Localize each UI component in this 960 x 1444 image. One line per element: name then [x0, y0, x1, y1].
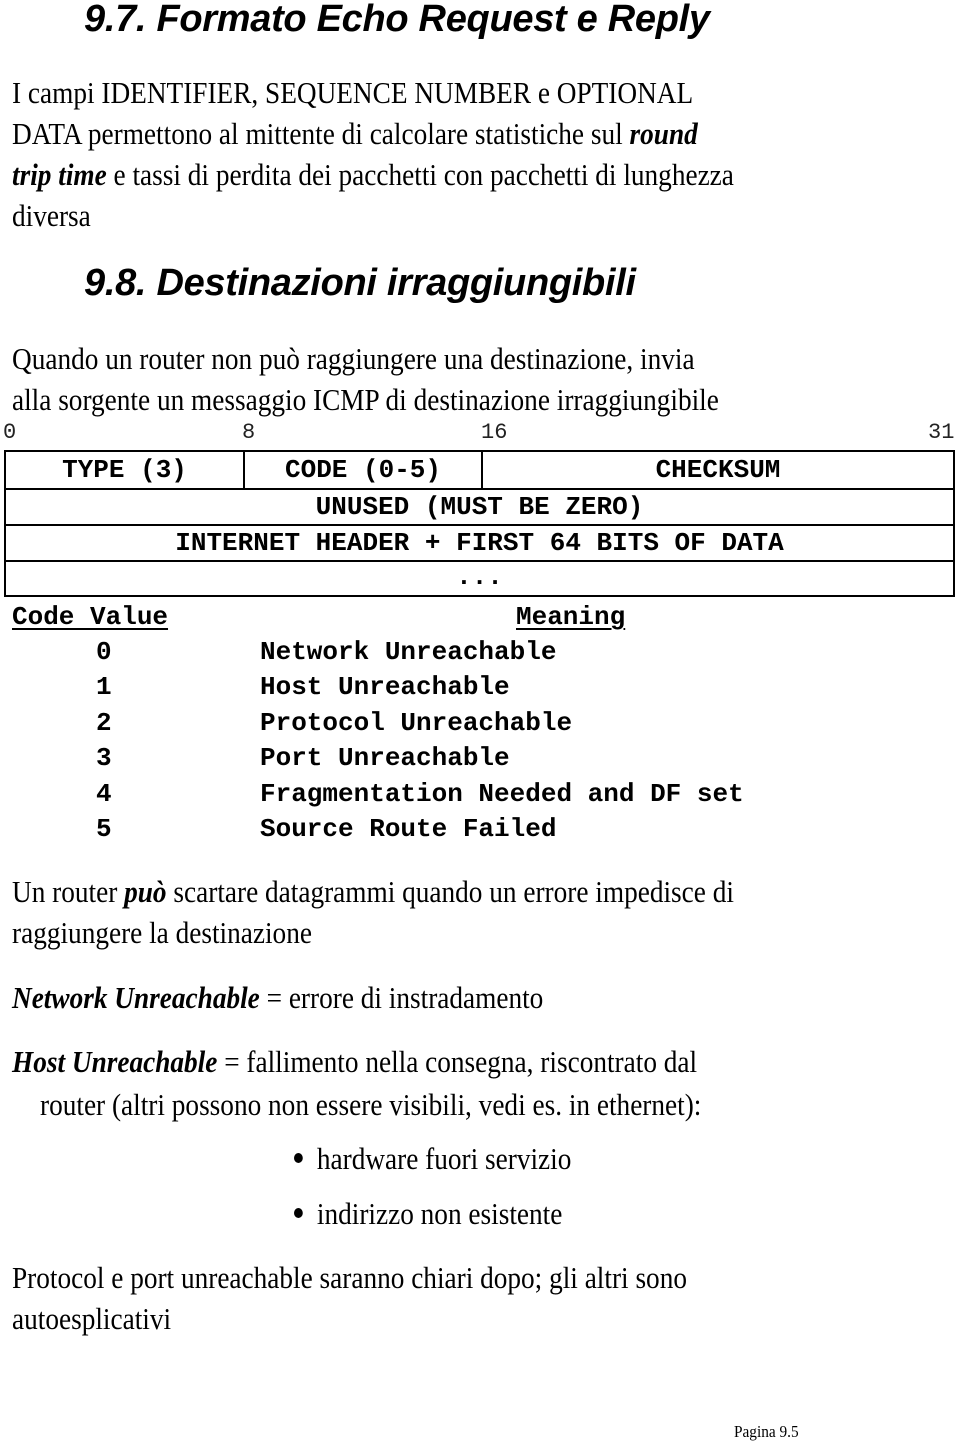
bullet-item: hardware fuori servizio: [294, 1138, 571, 1179]
bullet-text: indirizzo non esistente: [316, 1196, 563, 1231]
field-type: TYPE (3): [62, 455, 187, 485]
text-span: e tassi di perdita dei pacchetti con pac…: [106, 157, 734, 192]
meaning-cell: Fragmentation Needed and DF set: [260, 778, 744, 809]
echo-paragraph-line: I campi IDENTIFIER, SEQUENCE NUMBER e OP…: [12, 75, 694, 110]
definition-text: = errore di instradamento: [259, 980, 544, 1015]
emphasis-trip-time: trip time: [12, 157, 107, 192]
meaning-cell: Host Unreachable: [260, 672, 510, 703]
bullet-icon: [294, 1152, 303, 1163]
packet-row-internet-header: INTERNET HEADER + FIRST 64 BITS OF DATA: [6, 524, 953, 560]
packet-row-unused: UNUSED (MUST BE ZERO): [6, 488, 953, 524]
closing-line: autoesplicativi: [12, 1301, 172, 1336]
field-code: CODE (0-5): [243, 452, 481, 488]
text-span: DATA permettono al mittente di calcolare…: [12, 116, 630, 151]
echo-paragraph-line: trip time e tassi di perdita dei pacchet…: [12, 154, 734, 195]
meaning-cell: Network Unreachable: [260, 637, 557, 667]
code-cell: 4: [96, 778, 112, 809]
bit-label-16: 16: [481, 420, 508, 445]
unreachable-intro: Quando un router non può raggiungere una…: [12, 338, 719, 420]
text-span: Un router: [12, 874, 125, 909]
bullet-icon: [294, 1207, 303, 1218]
discard-paragraph: Un router può scartare datagrammi quando…: [12, 871, 734, 953]
bit-label-8: 8: [242, 420, 256, 445]
field-checksum: CHECKSUM: [481, 452, 953, 488]
emphasis-puo: può: [124, 874, 167, 909]
host-unreachable-definition: Host Unreachable = fallimento nella cons…: [12, 1041, 697, 1082]
code-cell: 1: [96, 672, 112, 703]
meaning-cell: Source Route Failed: [260, 813, 557, 844]
code-cell: 5: [96, 813, 112, 844]
intro-line: Quando un router non può raggiungere una…: [12, 341, 695, 376]
icmp-packet-format: TYPE (3) CODE (0-5) CHECKSUM UNUSED (MUS…: [4, 450, 955, 597]
definition-term: Host Unreachable: [12, 1044, 218, 1079]
code-cell: 0: [96, 637, 112, 667]
network-unreachable-definition: Network Unreachable = errore di instrada…: [12, 977, 543, 1018]
closing-paragraph: Protocol e port unreachable saranno chia…: [12, 1257, 687, 1339]
meaning-cell: Port Unreachable: [260, 743, 510, 774]
packet-row-header: TYPE (3) CODE (0-5) CHECKSUM: [6, 452, 953, 488]
echo-paragraph-line: DATA permettono al mittente di calcolare…: [12, 113, 734, 154]
text-span: scartare datagrammi quando un errore imp…: [166, 874, 734, 909]
discard-line: raggiungere la destinazione: [12, 915, 312, 950]
host-unreachable-continuation: router (altri possono non essere visibil…: [40, 1087, 702, 1122]
section-title-9-7: 9.7. Formato Echo Request e Reply: [84, 0, 710, 40]
closing-line: Protocol e port unreachable saranno chia…: [12, 1260, 687, 1295]
code-cell: 3: [96, 743, 112, 774]
definition-term: Network Unreachable: [12, 980, 260, 1015]
field-internet-header: INTERNET HEADER + FIRST 64 BITS OF DATA: [175, 528, 784, 558]
bit-label-0: 0: [3, 420, 17, 445]
page-number: Pagina 9.5: [734, 1422, 799, 1441]
field-ellipsis: ...: [456, 562, 503, 592]
bullet-text: hardware fuori servizio: [316, 1141, 572, 1176]
meaning-cell: Protocol Unreachable: [260, 707, 573, 738]
emphasis-round: round: [629, 116, 698, 151]
intro-line: alla sorgente un messaggio ICMP di desti…: [12, 382, 719, 417]
meaning-header: Meaning: [516, 602, 626, 632]
code-cell: 2: [96, 707, 112, 738]
section-title-9-8: 9.8. Destinazioni irraggiungibili: [84, 262, 636, 304]
code-value-header: Code Value: [12, 602, 169, 632]
echo-paragraph-line: diversa: [12, 198, 91, 233]
bit-label-31: 31: [928, 420, 955, 445]
field-unused: UNUSED (MUST BE ZERO): [315, 492, 644, 522]
echo-paragraph: I campi IDENTIFIER, SEQUENCE NUMBER e OP…: [12, 72, 734, 236]
bullet-item: indirizzo non esistente: [294, 1193, 562, 1234]
discard-line: Un router può scartare datagrammi quando…: [12, 871, 734, 912]
definition-text: = fallimento nella consegna, riscontrato…: [217, 1044, 698, 1079]
packet-row-ellipsis: ...: [6, 560, 953, 595]
